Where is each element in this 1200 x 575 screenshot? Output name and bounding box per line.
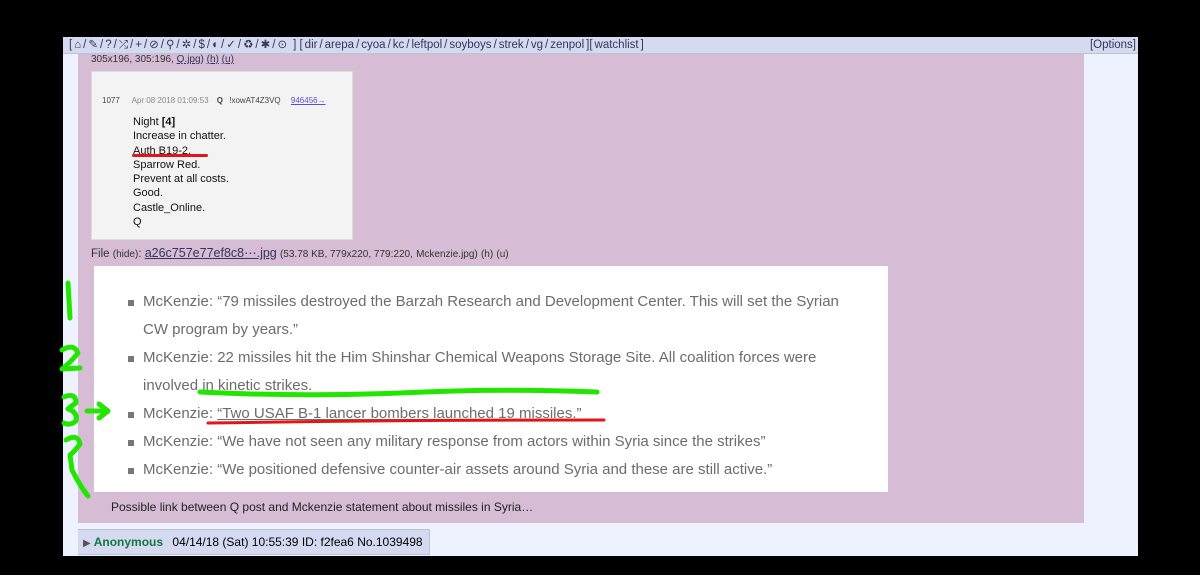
annotation-mark-4 <box>63 434 91 499</box>
annotation-mark-1 <box>65 280 73 321</box>
hand-annotation-overlay <box>59 280 606 499</box>
annotation-mark-3 <box>61 393 79 427</box>
annotation-swoosh <box>197 387 600 398</box>
annotation-arrow <box>84 401 111 421</box>
annotation-red-underline <box>206 418 606 425</box>
annotation-mark-2 <box>59 344 83 372</box>
